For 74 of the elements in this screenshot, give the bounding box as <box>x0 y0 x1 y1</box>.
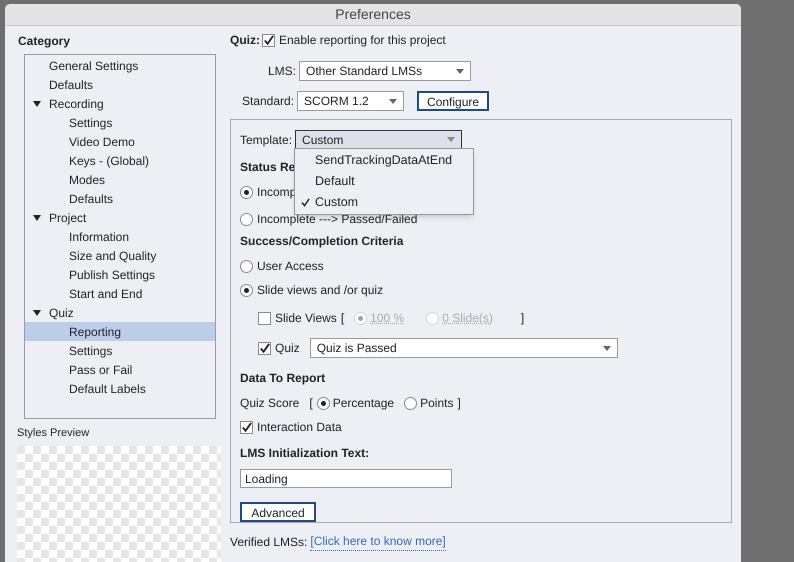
slide-views-label: Slide Views <box>275 310 337 327</box>
radio-button[interactable] <box>316 396 330 410</box>
caret-icon <box>602 346 611 350</box>
tree-item[interactable]: Video Demo <box>25 132 215 151</box>
data-to-report-heading: Data To Report <box>240 370 326 387</box>
know-more-link[interactable]: [Click here to know more] <box>310 532 446 551</box>
radio-label: User Access <box>257 258 324 275</box>
interaction-data-label: Interaction Data <box>257 419 342 436</box>
quiz-score-label: Quiz Score <box>240 395 300 412</box>
tree-item[interactable]: Settings <box>25 113 215 132</box>
menu-item[interactable]: SendTrackingDataAtEnd <box>295 150 473 171</box>
configure-button[interactable]: Configure <box>417 91 490 111</box>
tree-item[interactable]: Keys - (Global) <box>25 151 215 170</box>
checkbox[interactable] <box>258 342 271 354</box>
radio-label: 100 % <box>370 310 404 327</box>
tree-item[interactable]: Project <box>49 208 86 226</box>
init-text-field[interactable]: Loading <box>240 469 452 488</box>
template-label: Template: <box>240 132 292 148</box>
tree-item[interactable]: Recording <box>49 94 104 112</box>
tree-item[interactable]: Default Labels <box>25 379 215 398</box>
radio-label: Slide views and /or quiz <box>257 282 384 299</box>
quiz-criteria-dropdown[interactable]: Quiz is Passed <box>310 338 618 358</box>
expand-triangle-icon[interactable] <box>33 100 41 106</box>
radio-label: 0 Slide(s) <box>442 310 493 327</box>
tree-item[interactable]: Defaults <box>49 76 94 94</box>
bracket: [ <box>340 310 344 327</box>
standard-dropdown[interactable]: SCORM 1.2 <box>297 91 404 111</box>
tree-item[interactable]: Quiz <box>49 304 74 322</box>
radio-button[interactable] <box>240 212 253 226</box>
category-heading: Category <box>18 33 72 50</box>
quiz-criteria-label: Quiz <box>275 340 300 357</box>
bracket: [ <box>309 395 313 412</box>
window-title: Preferences <box>335 5 411 24</box>
checkbox[interactable] <box>262 34 275 46</box>
status-report-heading: Status Re <box>240 159 296 176</box>
radio-label: Percentage <box>332 395 394 412</box>
bracket: ] <box>457 395 461 412</box>
bracket: ] <box>520 310 524 327</box>
tree-item[interactable]: Information <box>25 227 215 246</box>
radio-button[interactable] <box>404 396 418 410</box>
caret-icon <box>389 98 398 104</box>
verified-lms-label: Verified LMSs: <box>230 534 308 550</box>
menu-item[interactable]: Custom <box>295 192 473 213</box>
radio-button[interactable] <box>240 260 253 272</box>
tree-item[interactable]: General Settings <box>49 56 138 74</box>
tree-item[interactable]: Start and End <box>25 284 215 303</box>
caret-icon <box>456 68 464 74</box>
lms-dropdown[interactable]: Other Standard LMSs <box>299 61 472 81</box>
radio-label: Incomplete ---> Passed/Failed <box>257 211 418 228</box>
tree-item[interactable]: Publish Settings <box>25 265 215 284</box>
expand-triangle-icon[interactable] <box>33 214 41 220</box>
criteria-heading: Success/Completion Criteria <box>240 233 404 250</box>
expand-triangle-icon[interactable] <box>33 310 41 316</box>
template-dropdown[interactable]: Custom <box>295 130 462 149</box>
radio-button[interactable] <box>240 186 253 198</box>
tree-item[interactable]: Size and Quality <box>25 246 215 265</box>
caret-icon <box>447 137 456 142</box>
checkbox[interactable] <box>258 312 271 324</box>
styles-preview-label: Styles Preview <box>17 426 90 441</box>
checkbox[interactable] <box>240 420 253 434</box>
standard-label: Standard: <box>242 93 294 110</box>
enable-reporting-label: Enable reporting for this project <box>279 32 446 49</box>
radio-button[interactable] <box>240 284 253 296</box>
menu-item[interactable]: Default <box>295 171 473 192</box>
quiz-label: Quiz: <box>230 32 260 49</box>
tree-item[interactable]: Reporting <box>25 322 215 341</box>
lms-label: LMS: <box>268 63 296 80</box>
init-text-heading: LMS Initialization Text: <box>240 445 370 462</box>
radio-label: Points <box>420 395 454 412</box>
tree-item[interactable]: Pass or Fail <box>25 360 215 379</box>
advanced-button[interactable]: Advanced <box>240 502 316 522</box>
tree-item[interactable]: Defaults <box>25 189 215 208</box>
tree-item[interactable]: Settings <box>25 341 215 360</box>
tree-item[interactable]: Modes <box>25 170 215 189</box>
